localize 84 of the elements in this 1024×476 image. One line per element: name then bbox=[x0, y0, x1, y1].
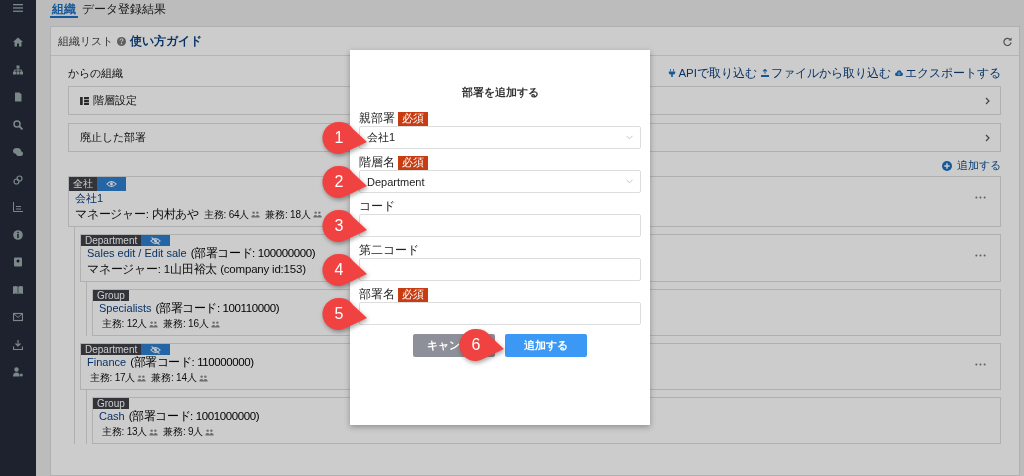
member-count: 主務: 17人 bbox=[90, 371, 136, 385]
level-tag: 全社 bbox=[69, 177, 97, 191]
chevron-right-icon bbox=[985, 133, 990, 142]
people-icon bbox=[210, 320, 220, 328]
people-icon bbox=[312, 211, 322, 218]
accordion-label: 階層設定 bbox=[93, 93, 137, 108]
action-link[interactable]: ファイルから取り込む bbox=[761, 65, 891, 81]
chevron-down-icon bbox=[626, 179, 633, 184]
document-icon[interactable] bbox=[13, 92, 23, 102]
more-menu-icon[interactable] bbox=[975, 363, 986, 366]
upload-tray-icon bbox=[761, 69, 769, 77]
org-name-link[interactable]: 会社1 bbox=[75, 191, 104, 206]
member-count: 兼務: 9人 bbox=[163, 425, 204, 439]
people-icon bbox=[205, 428, 215, 436]
eye-slash-icon[interactable] bbox=[141, 344, 171, 355]
dialog-title: 部署を追加する bbox=[460, 86, 540, 100]
people-icon bbox=[149, 428, 159, 436]
cloud-download-icon bbox=[895, 69, 903, 77]
people-icon bbox=[251, 211, 261, 218]
required-badge: 必須 bbox=[398, 287, 428, 302]
chevron-down-icon bbox=[626, 135, 633, 140]
manager-text: マネージャー: 1山田裕太 (company id:153) bbox=[87, 262, 306, 277]
level-tag: Group bbox=[93, 290, 129, 301]
required-badge: 必須 bbox=[398, 155, 428, 170]
level-tag: Group bbox=[93, 398, 129, 409]
people-icon bbox=[198, 374, 208, 382]
plus-circle-icon bbox=[942, 160, 952, 171]
people-icon bbox=[137, 374, 147, 382]
select-field[interactable]: 会社1 bbox=[359, 126, 641, 149]
plug-icon bbox=[668, 69, 677, 77]
people-icon bbox=[149, 320, 159, 328]
link-icon[interactable] bbox=[13, 174, 23, 185]
accordion-label: 廃止した部署 bbox=[80, 130, 146, 145]
callout-marker: 6 bbox=[459, 327, 505, 363]
org-name-link[interactable]: Specialists bbox=[99, 302, 152, 314]
member-count: 兼務: 16人 bbox=[163, 317, 209, 331]
member-count: 主務: 64人 bbox=[204, 207, 250, 222]
book-icon[interactable] bbox=[13, 284, 23, 295]
guide-link[interactable]: 使い方ガイド bbox=[130, 33, 202, 49]
member-count: 主務: 13人 bbox=[102, 425, 148, 439]
eye-icon[interactable] bbox=[97, 177, 126, 191]
org-name-link[interactable]: Sales edit / Edit sale bbox=[87, 247, 187, 259]
department-code: (部署コード: 100000000) bbox=[190, 246, 316, 261]
chat-icon[interactable] bbox=[13, 147, 23, 157]
more-menu-icon[interactable] bbox=[975, 196, 986, 199]
org-name-link[interactable]: Cash bbox=[99, 410, 125, 422]
manager-text: マネージャー: 内村あや bbox=[75, 207, 199, 222]
mail-icon[interactable] bbox=[13, 312, 23, 322]
department-code: (部署コード: 100110000) bbox=[155, 301, 280, 316]
download-icon[interactable] bbox=[13, 339, 23, 350]
info-icon[interactable] bbox=[13, 229, 23, 240]
input-field[interactable] bbox=[359, 214, 641, 237]
member-count: 兼務: 18人 bbox=[265, 207, 311, 222]
chevron-right-icon bbox=[985, 96, 990, 105]
menu-icon[interactable] bbox=[13, 3, 23, 13]
select-field[interactable]: Department bbox=[359, 170, 641, 193]
hierarchy-icon bbox=[80, 96, 89, 105]
member-count: 兼務: 14人 bbox=[151, 371, 197, 385]
contact-card-icon[interactable] bbox=[13, 257, 23, 267]
action-link[interactable]: エクスポートする bbox=[895, 65, 1001, 81]
department-code: (部署コード: 1001000000) bbox=[128, 409, 260, 424]
level-tag: Department bbox=[81, 344, 142, 355]
department-code: (部署コード: 110000000) bbox=[130, 356, 254, 370]
input-field[interactable] bbox=[359, 258, 641, 281]
chart-icon[interactable] bbox=[13, 202, 23, 212]
required-badge: 必須 bbox=[398, 111, 428, 126]
add-link[interactable]: 追加する bbox=[942, 158, 1001, 173]
tab[interactable]: データ登録結果 bbox=[80, 0, 168, 18]
panel-title: 組織リスト bbox=[58, 33, 113, 49]
action-link[interactable]: APIで取り込む bbox=[668, 65, 757, 81]
home-icon[interactable] bbox=[13, 37, 23, 47]
input-field[interactable] bbox=[359, 302, 641, 325]
refresh-icon[interactable] bbox=[1003, 36, 1012, 46]
more-menu-icon[interactable] bbox=[975, 254, 986, 257]
hierarchy-icon[interactable] bbox=[13, 64, 23, 75]
member-count: 主務: 12人 bbox=[102, 317, 148, 331]
org-name-link[interactable]: Finance bbox=[87, 356, 127, 368]
search-icon[interactable] bbox=[13, 119, 23, 130]
help-icon bbox=[117, 36, 126, 46]
level-tag: Department bbox=[81, 235, 142, 246]
section-title: からの組織 bbox=[68, 65, 123, 81]
tab[interactable]: 組織 bbox=[50, 0, 78, 18]
eye-slash-icon[interactable] bbox=[141, 235, 171, 246]
user-settings-icon[interactable] bbox=[13, 367, 23, 377]
